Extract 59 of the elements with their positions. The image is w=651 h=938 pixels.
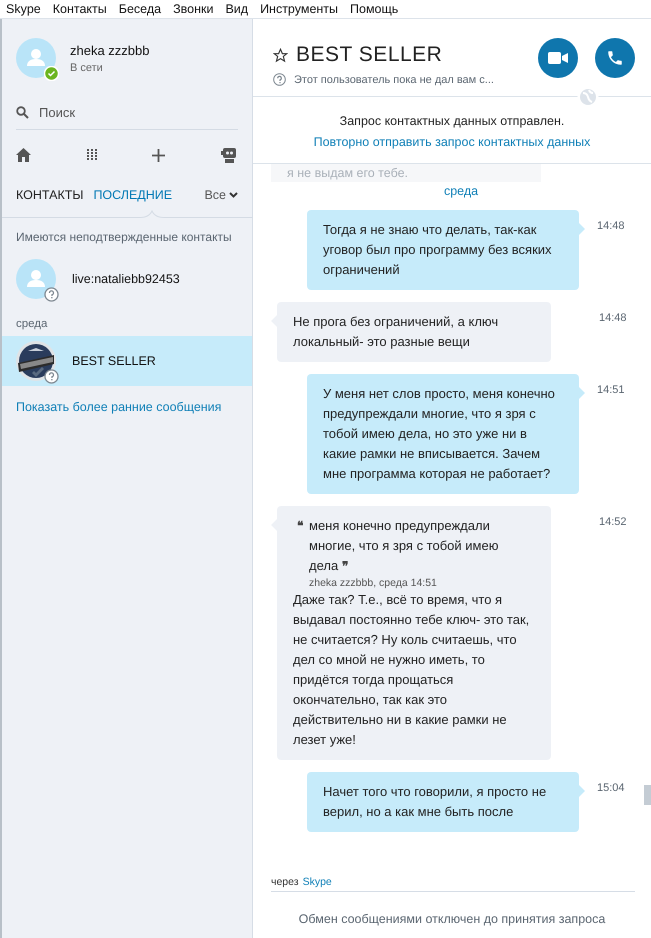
dialpad-icon[interactable] — [86, 149, 97, 161]
message-time: 14:52 — [599, 516, 627, 528]
video-camera-icon — [548, 52, 568, 64]
group-label: среда — [15, 317, 48, 332]
menu-item[interactable]: Беседа — [112, 2, 168, 16]
contact-item[interactable]: live:nataliebb92453 — [2, 254, 252, 304]
via-label: через — [271, 876, 299, 888]
message-time: 14:48 — [599, 312, 627, 324]
phone-icon — [606, 48, 624, 66]
message-time: 14:51 — [597, 384, 625, 396]
message-text: Тогда я не знаю что делать, так-как уговор был про программу без всяких ограничений — [323, 221, 553, 279]
request-notice: Запрос контактных данных отправлен. — [340, 113, 564, 130]
video-call-button[interactable] — [538, 38, 578, 78]
menu-item[interactable]: Вид — [219, 2, 254, 16]
resend-request-link[interactable]: Повторно отправить запрос контактных данных — [314, 132, 590, 153]
avatar-icon — [16, 38, 56, 78]
open-quote-mark: ❝ — [297, 518, 303, 535]
add-icon[interactable] — [152, 148, 166, 162]
chat-title: BEST SELLER — [296, 43, 442, 67]
message-text: У меня нет слов просто, меня конечно предупреждали многие, что я зря с тобой имею дела, но это уже ни в какие рамки не вписывается. Зачем мне программа которая не работает? — [323, 385, 556, 483]
message-text: Не прога без ограничений, а ключ локальный- это разные вещи — [293, 313, 500, 351]
menu-item[interactable]: Звонки — [167, 2, 220, 16]
message-text: Даже так? Т.е., всё то время, что я выдавал постоянно тебе ключ- это так, не считается? Ну коль считаешь, что дел со мной не нужно иметь, то придётся тогда прощаться окончательно, так как это действительно ни в какие рамки не лезет уже! — [293, 591, 530, 749]
tab[interactable]: ПОСЛЕДНИЕ — [93, 188, 172, 202]
day-separator: среда — [442, 184, 480, 198]
quote-source: zheka zzzbbb, среда 14:51 — [309, 576, 438, 590]
search-icon — [16, 106, 29, 119]
contact-name: BEST SELLER — [72, 354, 156, 368]
message-time: 14:48 — [597, 220, 625, 232]
menu-item[interactable]: Контакты — [46, 2, 113, 16]
quoted-text: меня конечно предупреждали многие, что я зря с тобой имею дела ❞ — [309, 517, 500, 575]
contact-item[interactable]: BEST SELLER — [2, 336, 252, 386]
user-name: zheka zzzbbb — [70, 42, 150, 58]
skype-link[interactable]: Skype — [302, 876, 332, 888]
call-button[interactable] — [595, 38, 635, 78]
messaging-disabled-notice: Обмен сообщениями отключен до принятия запроса — [298, 911, 606, 928]
bot-icon[interactable] — [220, 148, 238, 162]
chat-subtitle: Этот пользователь пока не дал вам с... — [294, 74, 494, 86]
menu-item[interactable]: Инструменты — [254, 2, 344, 16]
question-badge-icon — [44, 369, 59, 384]
avatar-icon — [16, 259, 56, 299]
message-text: Начет того что говорили, я просто не верил, но а как мне быть после — [323, 783, 548, 821]
menu-item[interactable]: Помощь — [344, 2, 404, 16]
question-badge-icon — [44, 287, 59, 302]
message-time: 15:04 — [597, 782, 625, 794]
contact-name: live:nataliebb92453 — [72, 272, 180, 286]
star-icon[interactable] — [273, 48, 288, 62]
search-field[interactable]: Поиск — [39, 105, 219, 120]
menu-item[interactable]: Skype — [0, 2, 47, 16]
user-status: В сети — [70, 62, 104, 74]
scrollbar-thumb[interactable] — [644, 785, 651, 805]
tab[interactable]: КОНТАКТЫ — [16, 188, 84, 202]
faded-message: я не выдам его тебе. — [271, 164, 541, 182]
show-earlier-link[interactable]: Показать более ранние сообщения — [16, 400, 222, 414]
help-icon — [273, 73, 286, 86]
chevron-down-icon — [229, 192, 238, 198]
filter-dropdown[interactable]: Все — [204, 188, 238, 202]
section-label: Имеются неподтвержденные контакты — [15, 229, 233, 244]
home-icon[interactable] — [16, 148, 31, 162]
